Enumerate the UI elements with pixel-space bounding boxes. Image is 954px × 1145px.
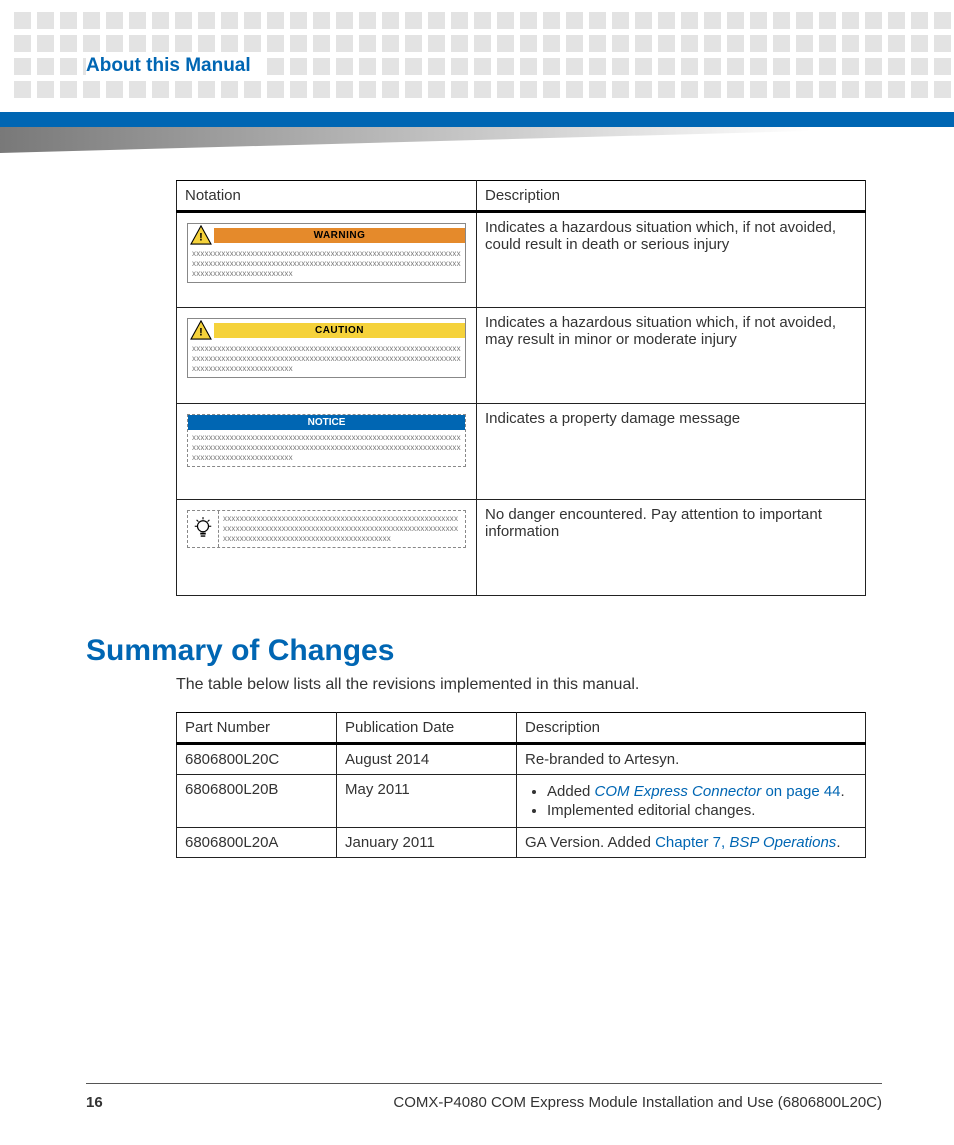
list-item: Added COM Express Connector on page 44. [547,783,857,800]
warning-triangle-icon: ! [188,319,214,341]
warning-label: WARNING [214,228,465,243]
table-row: ! WARNING xxxxxxxxxxxxxxxxxxxxxxxxxxxxxx… [177,212,866,308]
notation-warning-cell: ! WARNING xxxxxxxxxxxxxxxxxxxxxxxxxxxxxx… [177,212,477,308]
lightbulb-icon [188,511,218,547]
changes-header-part: Part Number [177,713,337,744]
header-blue-bar [0,112,954,127]
page-title: About this Manual [86,55,261,77]
table-row: 6806800L20B May 2011 Added COM Express C… [177,775,866,828]
notice-label: NOTICE [188,415,465,430]
link-chapter-7-bsp[interactable]: Chapter 7, BSP Operations [655,834,836,851]
caution-label: CAUTION [214,323,465,338]
table-row: ! CAUTION xxxxxxxxxxxxxxxxxxxxxxxxxxxxxx… [177,308,866,404]
filler-text: xxxxxxxxxxxxxxxxxxxxxxxxxxxxxxxxxxxxxxxx… [188,246,465,282]
notation-notice-cell: NOTICE xxxxxxxxxxxxxxxxxxxxxxxxxxxxxxxxx… [177,404,477,500]
svg-text:!: ! [199,326,203,338]
notation-header-description: Description [477,181,866,212]
notation-info-desc: No danger encountered. Pay attention to … [477,500,866,596]
bullet-prefix: Added [547,783,595,800]
change-part-0: 6806800L20C [177,744,337,775]
filler-text: xxxxxxxxxxxxxxxxxxxxxxxxxxxxxxxxxxxxxxxx… [188,341,465,377]
page-number: 16 [86,1094,103,1111]
notation-caution-cell: ! CAUTION xxxxxxxxxxxxxxxxxxxxxxxxxxxxxx… [177,308,477,404]
notation-caution-desc: Indicates a hazardous situation which, i… [477,308,866,404]
desc-suffix: . [836,834,840,851]
notation-header-notation: Notation [177,181,477,212]
table-row: NOTICE xxxxxxxxxxxxxxxxxxxxxxxxxxxxxxxxx… [177,404,866,500]
notation-info-cell: xxxxxxxxxxxxxxxxxxxxxxxxxxxxxxxxxxxxxxxx… [177,500,477,596]
header-wedge [0,127,954,153]
section-heading-summary: Summary of Changes [86,634,868,668]
change-desc-0: Re-branded to Artesyn. [517,744,866,775]
change-part-1: 6806800L20B [177,775,337,828]
bullet-suffix: . [841,783,845,800]
filler-text: xxxxxxxxxxxxxxxxxxxxxxxxxxxxxxxxxxxxxxxx… [218,511,465,547]
desc-prefix: GA Version. Added [525,834,655,851]
link-com-express-connector[interactable]: COM Express Connector on page 44 [595,783,841,800]
notation-table: Notation Description ! WARNING xxxxxxxxx… [176,180,866,596]
content-area: Notation Description ! WARNING xxxxxxxxx… [86,180,868,858]
bullet-prefix: Implemented editorial changes. [547,802,755,819]
decor-row-2 [14,35,951,52]
svg-text:!: ! [199,231,203,243]
table-row: 6806800L20A January 2011 GA Version. Add… [177,828,866,858]
decor-row-1 [14,12,951,29]
change-part-2: 6806800L20A [177,828,337,858]
warning-triangle-icon: ! [188,224,214,246]
list-item: Implemented editorial changes. [547,802,857,819]
change-desc-1: Added COM Express Connector on page 44. … [517,775,866,828]
footer-doc-title: COMX-P4080 COM Express Module Installati… [393,1094,882,1111]
change-date-0: August 2014 [337,744,517,775]
changes-header-date: Publication Date [337,713,517,744]
page-footer: 16 COMX-P4080 COM Express Module Install… [86,1083,882,1111]
notation-notice-desc: Indicates a property damage message [477,404,866,500]
changes-table: Part Number Publication Date Description… [176,712,866,858]
change-date-2: January 2011 [337,828,517,858]
change-date-1: May 2011 [337,775,517,828]
filler-text: xxxxxxxxxxxxxxxxxxxxxxxxxxxxxxxxxxxxxxxx… [188,430,465,466]
decor-row-4 [14,81,951,98]
change-desc-2: GA Version. Added Chapter 7, BSP Operati… [517,828,866,858]
changes-header-desc: Description [517,713,866,744]
table-row: 6806800L20C August 2014 Re-branded to Ar… [177,744,866,775]
summary-intro: The table below lists all the revisions … [176,676,868,694]
table-row: xxxxxxxxxxxxxxxxxxxxxxxxxxxxxxxxxxxxxxxx… [177,500,866,596]
notation-warning-desc: Indicates a hazardous situation which, i… [477,212,866,308]
